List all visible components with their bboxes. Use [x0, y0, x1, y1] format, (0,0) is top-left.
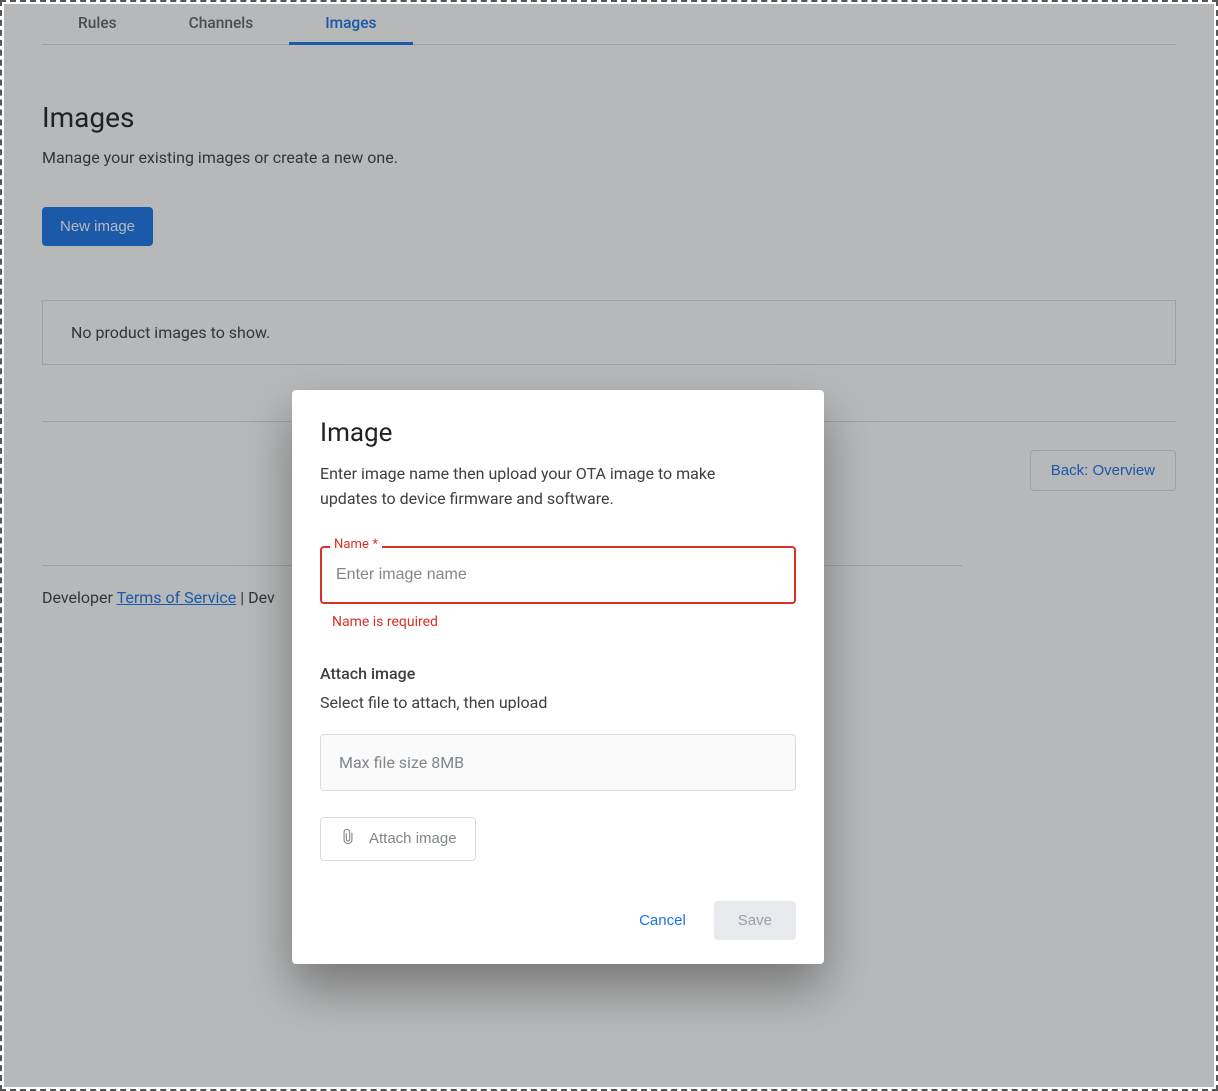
image-name-input[interactable] [320, 546, 796, 604]
attach-image-button[interactable]: Attach image [320, 817, 476, 861]
save-button[interactable]: Save [714, 901, 796, 940]
attach-image-description: Select file to attach, then upload [320, 693, 796, 712]
cancel-button[interactable]: Cancel [631, 902, 694, 939]
dialog-title: Image [320, 418, 796, 448]
attach-image-button-label: Attach image [369, 830, 457, 847]
dialog-description: Enter image name then upload your OTA im… [320, 462, 760, 512]
name-field-label: Name * [330, 537, 382, 552]
file-size-hint[interactable]: Max file size 8MB [320, 734, 796, 791]
paperclip-icon [339, 828, 357, 850]
name-error-text: Name is required [332, 614, 796, 630]
image-dialog: Image Enter image name then upload your … [292, 390, 824, 964]
attach-image-heading: Attach image [320, 664, 796, 683]
